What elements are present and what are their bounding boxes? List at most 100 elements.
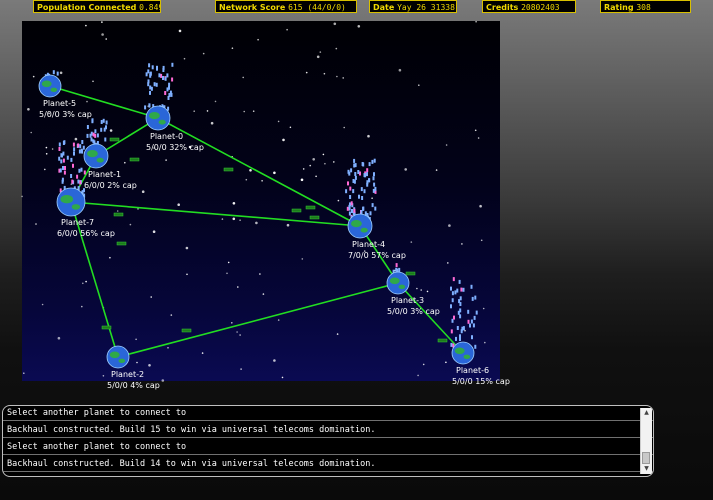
planet-name[interactable]: Planet-1 [88,170,121,179]
planet-land [398,284,406,290]
planet-stats: 6/0/0 2% cap [84,181,137,190]
population-figure [373,158,376,163]
star [480,239,483,242]
date-stat: Date Yay 26 31338 [369,0,457,13]
scroll-up-icon[interactable]: ▲ [641,408,652,418]
relay-sprite [101,325,112,330]
star [44,168,46,171]
star [367,134,370,138]
population-figure [149,73,152,78]
planet-name[interactable]: Planet-3 [391,296,424,305]
population-figure [86,133,89,138]
planet-land [351,220,362,228]
relay-sprite [113,212,124,217]
star [41,303,44,306]
population-figure [361,196,364,200]
population-figure [66,155,69,160]
planet-name[interactable]: Planet-2 [111,370,144,379]
population-figure [79,144,82,149]
star [336,333,339,335]
planet-land [360,227,368,233]
log-scrollbar[interactable]: ▲ ▼ [640,408,652,474]
galaxy-map[interactable]: Planet-5 5/0/0 3% cap Planet-0 5/0/0 32% ca… [21,20,510,390]
population-figure [149,90,151,95]
star [70,183,73,185]
population-figure [160,73,163,78]
star [337,199,340,202]
planet-name[interactable]: Planet-0 [150,132,183,141]
population-figure [354,175,357,180]
rating-label: Rating [604,3,634,12]
star [57,336,61,340]
star [289,126,292,129]
population-figure [162,76,164,80]
population-figure [164,91,167,95]
star [92,80,94,83]
galaxy-map-canvas[interactable]: Planet-5 5/0/0 3% cap Planet-0 5/0/0 32% ca… [21,20,510,390]
population-figure [353,179,356,184]
planet-land [96,157,104,163]
backhaul-link [157,117,361,227]
message-log: Select another planet to connect to Back… [2,405,654,477]
star [116,210,119,212]
star [214,100,217,103]
population-figure [81,140,84,144]
population-figure [459,302,462,306]
population-figure [151,65,154,70]
planet-land [389,277,400,285]
population-figure [354,172,357,176]
population-figure [70,157,73,162]
star [85,280,87,283]
population-figure [456,288,459,293]
population-figure [373,182,376,187]
population-figure [162,68,165,72]
network-score-value: 615 (44/0/0) [288,3,346,12]
date-value: Yay 26 31338 [397,3,455,12]
planet-name[interactable]: Planet-4 [352,240,385,249]
population-figure [475,310,478,315]
star [305,71,308,74]
star [109,129,113,132]
population-figure [60,153,63,158]
planet-name[interactable]: Planet-6 [456,366,489,375]
star [81,305,83,308]
star [231,322,233,324]
population-connected-label: Population Connected [37,3,137,12]
population-figure [100,120,103,124]
star [177,203,180,206]
star [259,273,261,275]
star [316,55,320,59]
population-figure [366,182,369,187]
planet-stats: 5/0/0 4% cap [107,381,160,390]
planet-name[interactable]: Planet-7 [61,218,94,227]
planet-land [50,87,58,93]
population-figure [460,329,463,334]
scroll-thumb[interactable] [642,452,650,464]
population-figure [147,69,150,74]
population-figure [73,147,76,152]
log-line: Backhaul constructed. Build 14 to win vi… [3,457,653,472]
star [322,153,325,156]
star [324,162,326,165]
star [277,120,280,123]
star [461,243,463,245]
population-figure [458,279,461,284]
planet-name[interactable]: Planet-5 [43,99,76,108]
population-figure [459,314,462,319]
population-figure [455,336,457,341]
star [231,47,234,49]
star [302,168,305,170]
star [226,272,228,275]
population-figure [78,168,81,173]
population-figure [369,211,372,216]
planet-land [41,80,52,88]
population-figure [147,82,150,87]
population-figure [81,149,84,154]
star [32,75,35,78]
population-figure [368,178,370,183]
population-figure [90,137,93,142]
star [30,131,32,134]
population-figure [105,120,108,125]
star [185,246,189,250]
scroll-down-icon[interactable]: ▼ [641,464,652,474]
